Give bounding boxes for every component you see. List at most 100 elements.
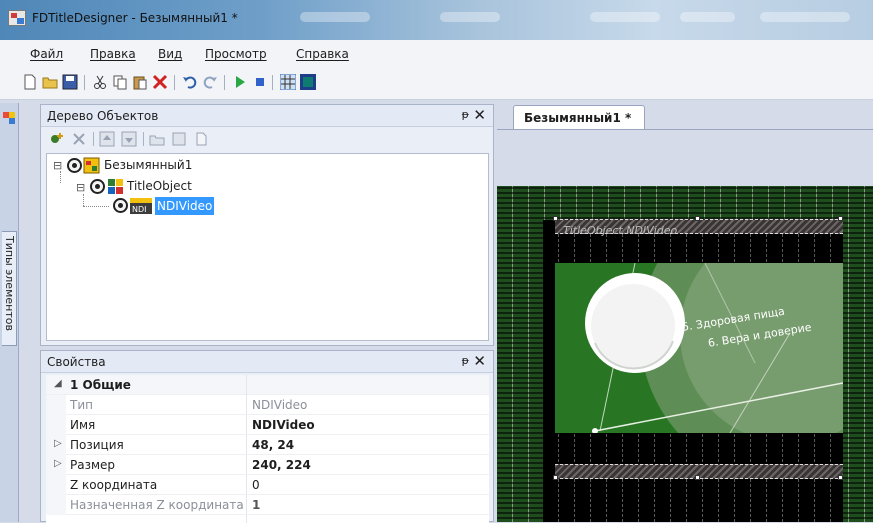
row-gutter <box>46 395 66 415</box>
visibility-icon[interactable] <box>113 198 128 213</box>
property-row[interactable]: Z координата 0 <box>46 475 489 495</box>
panel-header: Дерево Объектов ᵽ ✕ <box>41 105 493 127</box>
document-tab[interactable]: Безымянный1 * <box>513 105 645 130</box>
new-icon[interactable] <box>22 74 38 90</box>
property-name: Z координата <box>70 478 158 492</box>
resize-handle[interactable] <box>838 216 843 221</box>
panel-header: Свойства ᵽ ✕ <box>41 351 493 373</box>
tree-line <box>83 206 109 207</box>
resize-handle[interactable] <box>695 475 700 480</box>
property-name: Имя <box>70 418 96 432</box>
toolbox-icon[interactable] <box>2 111 16 125</box>
property-value[interactable]: 240, 224 <box>252 458 311 472</box>
visibility-icon[interactable] <box>67 158 82 173</box>
tree-line <box>83 194 84 206</box>
paste-icon[interactable] <box>132 74 148 90</box>
design-canvas[interactable]: TitleObject.NDIVideo 5. Здоровая пища 6.… <box>497 186 873 522</box>
toolbar-separator <box>143 132 144 146</box>
play-icon[interactable] <box>232 74 248 90</box>
pin-icon[interactable]: ᵽ <box>462 108 469 121</box>
toolbox-strip: Типы элементов <box>0 103 19 522</box>
row-gutter <box>46 495 66 515</box>
tree-toolbar <box>41 127 493 151</box>
title-bar[interactable]: FDTitleDesigner - Безымянный1 * <box>0 0 873 40</box>
save-template-icon[interactable] <box>171 131 187 147</box>
blurred-area <box>680 12 735 22</box>
undo-icon[interactable] <box>182 74 198 90</box>
tree-line <box>60 171 61 183</box>
redo-icon[interactable] <box>202 74 218 90</box>
properties-panel: Свойства ᵽ ✕ ◢ 1 Общие Тип NDIVideo Имя … <box>40 350 494 523</box>
load-icon[interactable] <box>149 131 165 147</box>
property-value[interactable]: 48, 24 <box>252 438 294 452</box>
resize-handle[interactable] <box>553 475 558 480</box>
clone-icon[interactable] <box>193 131 209 147</box>
property-grid[interactable]: ◢ 1 Общие Тип NDIVideo Имя NDIVideo ▷ По… <box>46 375 489 523</box>
close-icon[interactable]: ✕ <box>473 352 486 370</box>
stop-icon[interactable] <box>252 74 268 90</box>
ndi-video-preview[interactable] <box>555 263 843 433</box>
window-title: FDTitleDesigner - Безымянный1 * <box>32 11 238 25</box>
resize-handle[interactable] <box>695 216 700 221</box>
property-name: Назначенная Z координата <box>70 498 244 512</box>
menu-view[interactable]: Вид <box>158 47 182 61</box>
expand-icon[interactable]: ▷ <box>54 438 62 449</box>
property-row[interactable]: Имя NDIVideo <box>46 415 489 435</box>
toolbar-separator <box>272 75 273 90</box>
app-icon <box>8 10 26 26</box>
object-label: TitleObject.NDIVideo <box>563 224 678 237</box>
toolbar-separator <box>224 75 225 90</box>
visibility-icon[interactable] <box>90 179 105 194</box>
property-row[interactable]: ▷ Размер 240, 224 <box>46 455 489 475</box>
toolbar-separator <box>93 132 94 146</box>
property-row[interactable]: Тип NDIVideo <box>46 395 489 415</box>
row-gutter <box>46 415 66 435</box>
open-icon[interactable] <box>42 74 58 90</box>
element-types-tab[interactable]: Типы элементов <box>2 231 17 346</box>
resize-handle[interactable] <box>838 475 843 480</box>
property-row[interactable]: ▷ Позиция 48, 24 <box>46 435 489 455</box>
blurred-area <box>300 12 370 22</box>
menu-bar: Файл Правка Вид Просмотр Справка <box>0 40 873 66</box>
tree-node-scene[interactable]: Безымянный1 <box>104 156 192 174</box>
grid-icon[interactable] <box>280 74 296 90</box>
delete-icon[interactable] <box>152 74 168 90</box>
expand-icon[interactable]: ▷ <box>54 458 62 469</box>
property-value[interactable]: NDIVideo <box>252 418 315 432</box>
remove-object-icon[interactable] <box>71 131 87 147</box>
video-image <box>555 263 843 433</box>
pin-icon[interactable]: ᵽ <box>462 354 469 367</box>
blurred-area <box>760 12 850 22</box>
collapse-icon[interactable]: ⊟ <box>76 181 85 194</box>
property-name: Размер <box>70 458 116 472</box>
resize-handle[interactable] <box>553 216 558 221</box>
move-down-icon[interactable] <box>121 131 137 147</box>
panel-title: Свойства <box>47 355 106 369</box>
tree-node-ndivideo-selected[interactable]: NDIVideo <box>155 197 215 215</box>
property-name: Тип <box>70 398 93 412</box>
property-value[interactable]: 0 <box>252 478 260 492</box>
copy-icon[interactable] <box>112 74 128 90</box>
save-icon[interactable] <box>62 74 78 90</box>
collapse-icon[interactable]: ◢ <box>54 378 62 389</box>
property-category[interactable]: ◢ 1 Общие <box>46 375 489 395</box>
menu-help[interactable]: Справка <box>296 47 349 61</box>
category-name: 1 Общие <box>70 378 131 392</box>
frame-icon[interactable] <box>300 74 316 90</box>
object-tree[interactable]: ⊟ Безымянный1 ⊟ TitleObject NDI NDIVideo <box>46 153 489 341</box>
tree-node-titleobject[interactable]: TitleObject <box>127 177 192 195</box>
menu-edit[interactable]: Правка <box>90 47 136 61</box>
property-value: 1 <box>252 498 261 512</box>
menu-file[interactable]: Файл <box>30 47 63 61</box>
menu-preview[interactable]: Просмотр <box>205 47 267 61</box>
blurred-area <box>440 12 500 22</box>
blurred-area <box>590 12 660 22</box>
toolbar-separator <box>84 75 85 90</box>
move-up-icon[interactable] <box>99 131 115 147</box>
main-toolbar <box>0 66 873 100</box>
title-object-icon <box>108 179 123 194</box>
close-icon[interactable]: ✕ <box>473 106 486 124</box>
add-object-icon[interactable] <box>49 131 65 147</box>
property-row[interactable]: Назначенная Z координата 1 <box>46 495 489 515</box>
cut-icon[interactable] <box>92 74 108 90</box>
